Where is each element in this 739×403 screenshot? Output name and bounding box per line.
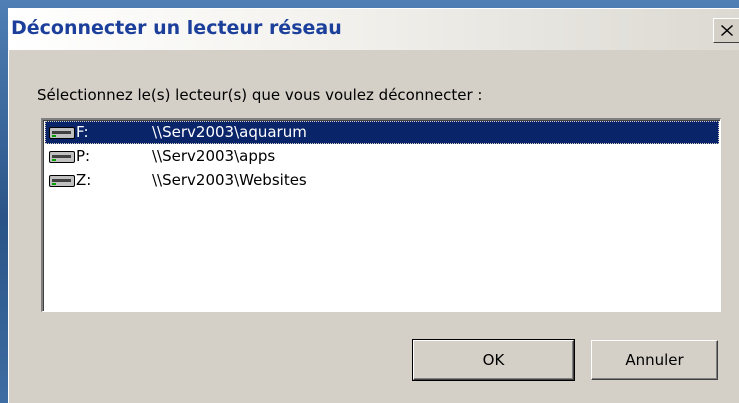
close-button[interactable] (713, 18, 739, 43)
network-drive-icon (49, 127, 75, 139)
instruction-label: Sélectionnez le(s) lecteur(s) que vous v… (37, 86, 483, 104)
title-bar[interactable]: Déconnecter un lecteur réseau (9, 9, 739, 50)
drive-path: \\Serv2003\aquarum (152, 123, 307, 141)
drive-path: \\Serv2003\apps (152, 147, 276, 165)
list-item-drive-z[interactable]: Z: \\Serv2003\Websites (45, 169, 719, 192)
drive-list[interactable]: F: \\Serv2003\aquarum P: \\Serv2003\apps… (41, 118, 721, 312)
drive-letter: Z: (76, 171, 92, 189)
close-icon (721, 25, 733, 36)
drive-letter: P: (76, 147, 91, 165)
network-drive-icon (49, 175, 75, 187)
window-title: Déconnecter un lecteur réseau (11, 17, 342, 39)
network-drive-icon (49, 151, 75, 163)
disconnect-network-drive-dialog: Déconnecter un lecteur réseau Sélectionn… (8, 8, 739, 403)
ok-button[interactable]: OK (412, 339, 575, 381)
drive-path: \\Serv2003\Websites (152, 171, 307, 189)
list-item-drive-f[interactable]: F: \\Serv2003\aquarum (45, 121, 719, 144)
drive-letter: F: (76, 123, 89, 141)
list-item-drive-p[interactable]: P: \\Serv2003\apps (45, 145, 719, 168)
cancel-button[interactable]: Annuler (591, 340, 718, 380)
